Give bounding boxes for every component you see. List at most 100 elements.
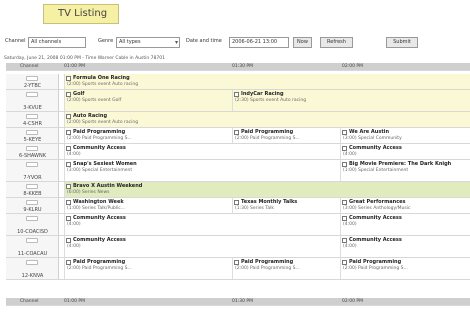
now-button-label: Now bbox=[297, 39, 308, 45]
program-title[interactable]: Community Access bbox=[73, 215, 126, 221]
program-title[interactable]: Community Access bbox=[349, 237, 402, 243]
program-checkbox[interactable] bbox=[342, 260, 347, 265]
channel-logo-icon bbox=[26, 130, 38, 135]
channel-cell[interactable]: 11-COACAU bbox=[6, 236, 59, 257]
program-cell[interactable]: Community Access (4:00) bbox=[64, 236, 340, 257]
program-checkbox[interactable] bbox=[342, 162, 347, 167]
channel-cell[interactable]: 5-KEYE bbox=[6, 128, 59, 143]
program-checkbox[interactable] bbox=[66, 76, 71, 81]
program-cell[interactable]: Community Access (4:00) bbox=[340, 214, 470, 235]
program-cell[interactable]: Paid Programming (2:00) Paid Programming … bbox=[340, 258, 470, 279]
program-title[interactable]: IndyCar Racing bbox=[241, 91, 284, 97]
program-title[interactable]: Big Movie Premiere: The Dark Knigh bbox=[349, 161, 451, 167]
channel-label: 10-COACISD bbox=[17, 229, 48, 235]
program-title[interactable]: Snap's Sexiest Women bbox=[73, 161, 137, 167]
channel-cell[interactable]: 3-KVUE bbox=[6, 90, 59, 111]
program-title[interactable]: Bravo X Austin Weekend bbox=[73, 183, 142, 189]
header-slot-2: 01:30 PM bbox=[232, 64, 253, 69]
program-checkbox[interactable] bbox=[66, 146, 71, 151]
program-title[interactable]: Paid Programming bbox=[241, 259, 293, 265]
program-cell[interactable]: Golf (2:00) Sports event Golf bbox=[64, 90, 232, 111]
program-cell[interactable]: Community Access (4:00) bbox=[340, 236, 470, 257]
program-cell[interactable]: Big Movie Premiere: The Dark Knigh (1:00)… bbox=[340, 160, 470, 181]
program-title[interactable]: Community Access bbox=[73, 237, 126, 243]
program-title[interactable]: Paid Programming bbox=[73, 259, 125, 265]
program-checkbox[interactable] bbox=[66, 162, 71, 167]
program-checkbox[interactable] bbox=[66, 184, 71, 189]
channel-logo-icon bbox=[26, 146, 38, 151]
program-cell[interactable]: Community Access (4:00) bbox=[340, 144, 470, 159]
program-title[interactable]: Paid Programming bbox=[349, 259, 401, 265]
program-checkbox[interactable] bbox=[234, 260, 239, 265]
footer-header-channel: Channel bbox=[20, 299, 39, 304]
program-checkbox[interactable] bbox=[342, 146, 347, 151]
program-checkbox[interactable] bbox=[234, 200, 239, 205]
program-cell[interactable]: Paid Programming (2:00) Paid Programming … bbox=[64, 128, 232, 143]
program-title[interactable]: We Are Austin bbox=[349, 129, 389, 135]
program-checkbox[interactable] bbox=[66, 216, 71, 221]
program-cell[interactable]: Paid Programming (2:00) Paid Programming … bbox=[232, 128, 340, 143]
program-title[interactable]: Community Access bbox=[349, 145, 402, 151]
program-cell[interactable]: Snap's Sexiest Women (3:00) Special Enter… bbox=[64, 160, 340, 181]
program-title[interactable]: Golf bbox=[73, 91, 84, 97]
program-checkbox[interactable] bbox=[66, 92, 71, 97]
program-cell[interactable]: Community Access (4:00) bbox=[64, 214, 340, 235]
submit-button[interactable]: Submit bbox=[386, 37, 418, 48]
listing-row: 7-YVOR Snap's Sexiest Women (3:00) Special… bbox=[6, 160, 470, 182]
channel-cell[interactable]: 10-COACISD bbox=[6, 214, 59, 235]
channel-cell[interactable]: 4-CSHR bbox=[6, 112, 59, 127]
listing-row: 5-KEYE Paid Programming (2:00) Paid Progra… bbox=[6, 128, 470, 144]
channel-cell[interactable]: 12-KNVA bbox=[6, 258, 59, 279]
program-cell[interactable]: Texas Monthly Talks (1:30) Series Talk bbox=[232, 198, 340, 213]
program-cell[interactable]: Auto Racing (2:00) Sports event Auto raci… bbox=[64, 112, 470, 127]
program-checkbox[interactable] bbox=[234, 130, 239, 135]
program-checkbox[interactable] bbox=[66, 200, 71, 205]
program-checkbox[interactable] bbox=[66, 114, 71, 119]
program-title[interactable]: Texas Monthly Talks bbox=[241, 199, 297, 205]
program-title[interactable]: Formula One Racing bbox=[73, 75, 130, 81]
program-title[interactable]: Community Access bbox=[73, 145, 126, 151]
program-cell[interactable]: Formula One Racing (2:00) Sports event Au… bbox=[64, 74, 470, 89]
program-checkbox[interactable] bbox=[342, 200, 347, 205]
program-title[interactable]: Community Access bbox=[349, 215, 402, 221]
channel-label: 8-KKEB bbox=[23, 191, 42, 197]
footer-header-slot-2: 01:30 PM bbox=[232, 299, 253, 304]
program-title[interactable]: Paid Programming bbox=[73, 129, 125, 135]
program-checkbox[interactable] bbox=[342, 238, 347, 243]
program-cell[interactable]: Washington Week (1:00) Series Talk/Public… bbox=[64, 198, 232, 213]
channel-select[interactable]: All channels bbox=[28, 37, 86, 48]
now-button[interactable]: Now bbox=[293, 37, 312, 48]
program-checkbox[interactable] bbox=[342, 130, 347, 135]
channel-cell[interactable]: 2-YTBC bbox=[6, 74, 59, 89]
channel-cell[interactable]: 6-SHAWNK bbox=[6, 144, 59, 159]
listing-row: 8-KKEB Bravo X Austin Weekend (6:00) Serie… bbox=[6, 182, 470, 198]
program-title[interactable]: Paid Programming bbox=[241, 129, 293, 135]
program-title[interactable]: Auto Racing bbox=[73, 113, 107, 119]
program-checkbox[interactable] bbox=[342, 216, 347, 221]
genre-select[interactable]: All types ▾ bbox=[116, 37, 180, 48]
program-cell[interactable]: Great Performances (3:00) Series Antholog… bbox=[340, 198, 470, 213]
listing-row: 3-KVUE Golf (2:00) Sports event Golf IndyCa… bbox=[6, 90, 470, 112]
program-cell[interactable]: Paid Programming (2:00) Paid Programming … bbox=[64, 258, 232, 279]
channel-logo-icon bbox=[26, 260, 38, 265]
program-cell[interactable]: IndyCar Racing (2:30) Sports event Auto r… bbox=[232, 90, 470, 111]
program-title[interactable]: Washington Week bbox=[73, 199, 124, 205]
refresh-button[interactable]: Refresh bbox=[320, 37, 353, 48]
channel-label: Channel bbox=[5, 38, 26, 44]
program-checkbox[interactable] bbox=[66, 260, 71, 265]
channel-logo-icon bbox=[26, 238, 38, 243]
program-checkbox[interactable] bbox=[66, 130, 71, 135]
program-title[interactable]: Great Performances bbox=[349, 199, 406, 205]
program-checkbox[interactable] bbox=[66, 238, 71, 243]
program-cell[interactable]: We Are Austin (3:00) Special Community bbox=[340, 128, 470, 143]
program-cell[interactable]: Bravo X Austin Weekend (6:00) Series News bbox=[64, 182, 470, 197]
channel-cell[interactable]: 7-YVOR bbox=[6, 160, 59, 181]
datetime-input[interactable]: 2006-06-21 13:00 bbox=[229, 37, 289, 48]
channel-cell[interactable]: 8-KKEB bbox=[6, 182, 59, 197]
program-subtitle: (3:00) Series Anthology/Music bbox=[343, 206, 411, 211]
channel-cell[interactable]: 9-KLRU bbox=[6, 198, 59, 213]
program-checkbox[interactable] bbox=[234, 92, 239, 97]
program-subtitle: (1:30) Series Talk bbox=[235, 206, 274, 211]
program-cell[interactable]: Community Access (4:00) bbox=[64, 144, 340, 159]
program-cell[interactable]: Paid Programming (2:00) Paid Programming … bbox=[232, 258, 340, 279]
